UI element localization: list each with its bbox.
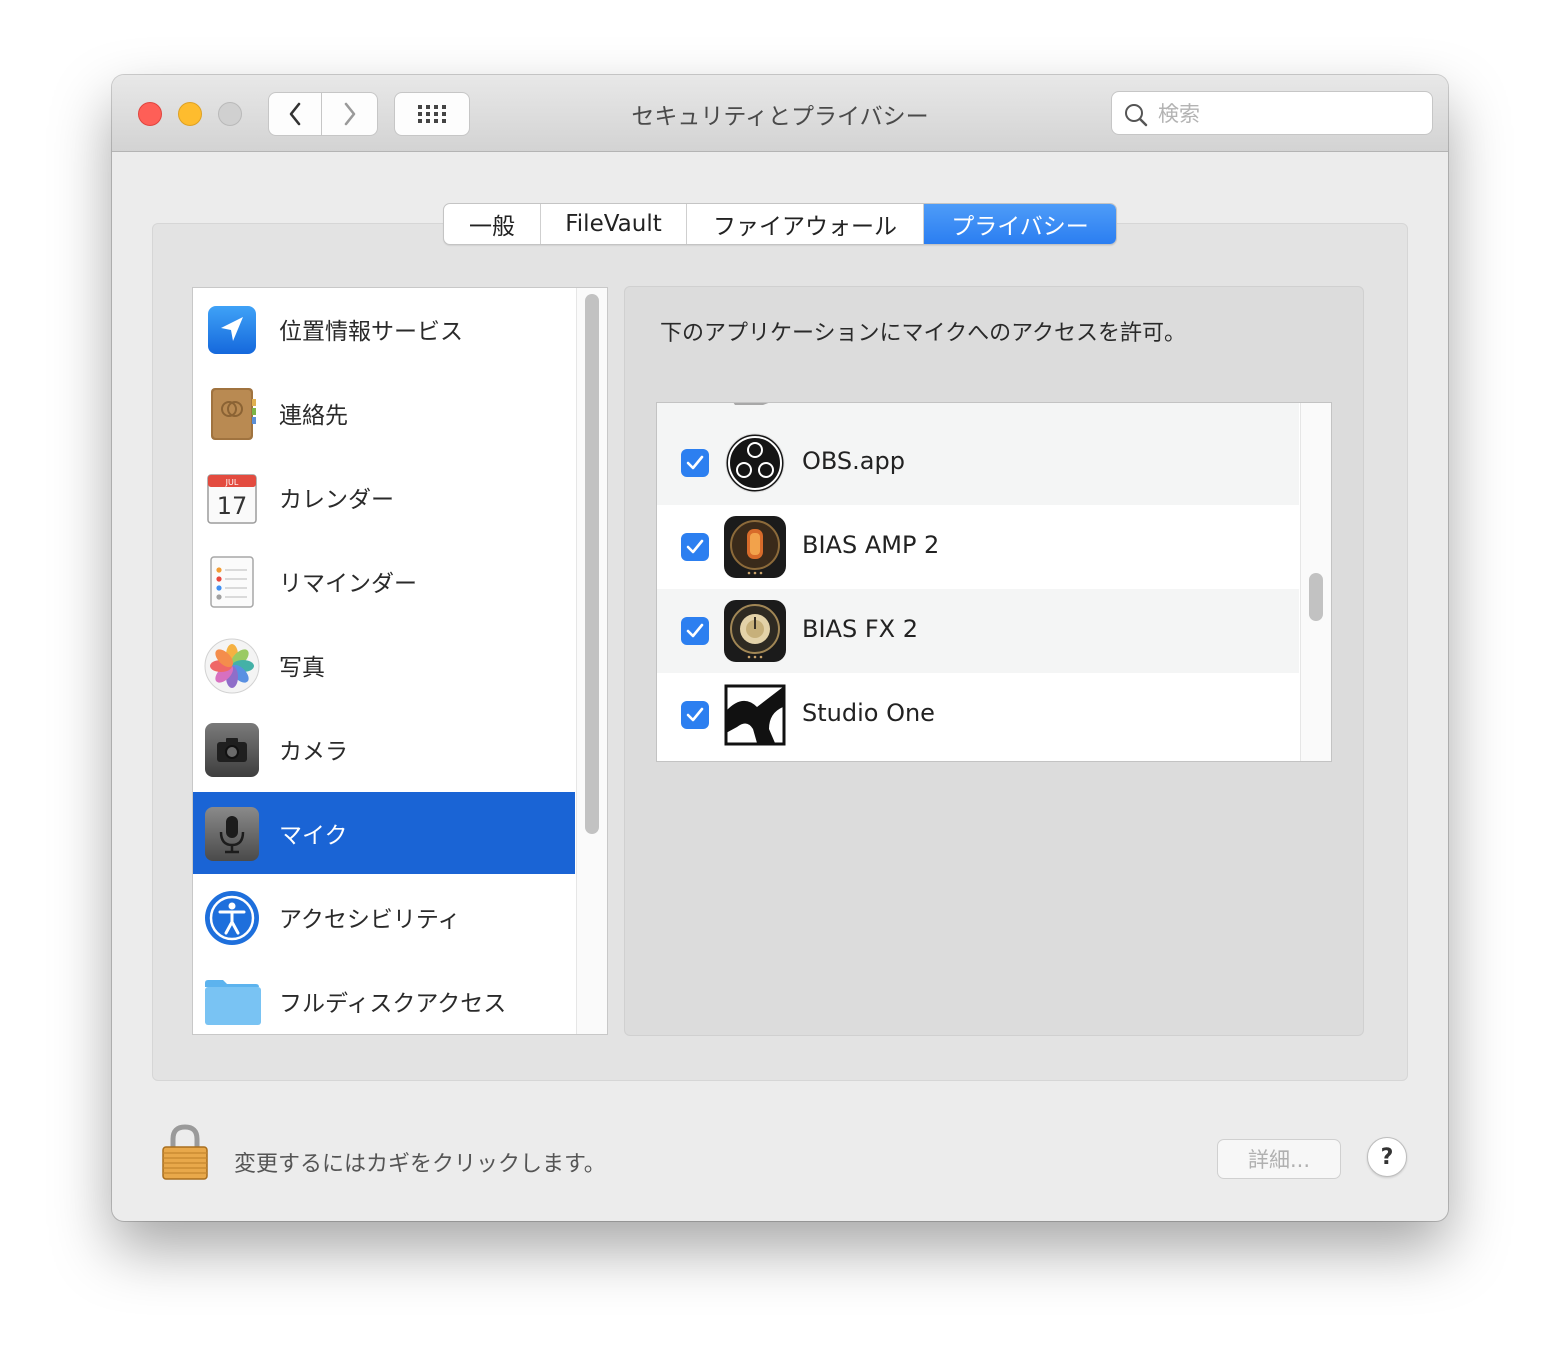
sidebar-item-calendar[interactable]: JUL 17 カレンダー <box>193 456 575 538</box>
app-row-obs[interactable]: OBS.app <box>657 421 1299 505</box>
accessibility-icon <box>205 891 259 945</box>
app-row-partial <box>657 403 1299 421</box>
sidebar-item-label: リマインダー <box>279 571 417 597</box>
sidebar-item-label: カメラ <box>279 739 348 765</box>
bias-fx-icon <box>724 600 786 662</box>
sidebar-item-accessibility[interactable]: アクセシビリティ <box>193 876 575 958</box>
photos-flower-icon <box>204 638 260 694</box>
checkmark-icon <box>686 455 704 470</box>
app-row-studio-one[interactable]: Studio One <box>657 673 1299 757</box>
sidebar-item-contacts[interactable]: 連絡先 <box>193 372 575 454</box>
studio-one-icon <box>724 684 786 746</box>
app-row-bias-fx[interactable]: BIAS FX 2 <box>657 589 1299 673</box>
app-checkbox[interactable] <box>681 449 709 477</box>
checkmark-icon <box>686 623 704 638</box>
microphone-icon <box>205 807 259 861</box>
tab-firewall[interactable]: ファイアウォール <box>687 204 924 244</box>
sidebar-item-reminders[interactable]: リマインダー <box>193 540 575 622</box>
preferences-window: セキュリティとプライバシー 一般 FileVault ファイアウォール プライバ… <box>112 75 1448 1221</box>
camera-icon <box>205 723 259 777</box>
app-checkbox[interactable] <box>681 617 709 645</box>
lock-hint-text: 変更するにはカギをクリックします。 <box>234 1152 606 1177</box>
app-list[interactable]: OBS.app BIAS AMP 2 BIAS FX 2 Studio One <box>656 402 1332 762</box>
search-icon <box>1125 104 1148 127</box>
location-arrow-icon <box>208 306 256 354</box>
contacts-book-icon <box>211 388 256 440</box>
sidebar-item-label: カレンダー <box>279 487 394 513</box>
obs-icon <box>725 433 785 493</box>
app-row-bias-amp[interactable]: BIAS AMP 2 <box>657 505 1299 589</box>
tab-bar: 一般 FileVault ファイアウォール プライバシー <box>443 203 1117 245</box>
calendar-icon-day: 17 <box>217 492 248 520</box>
tab-general[interactable]: 一般 <box>444 204 541 244</box>
reminders-list-icon <box>210 556 254 608</box>
app-checkbox[interactable] <box>681 701 709 729</box>
tab-privacy[interactable]: プライバシー <box>924 204 1116 244</box>
tab-filevault[interactable]: FileVault <box>541 204 687 244</box>
calendar-icon-month: JUL <box>225 478 239 487</box>
sidebar-item-label: 写真 <box>279 655 325 681</box>
bias-amp-icon <box>724 516 786 578</box>
search-input[interactable] <box>1156 98 1420 130</box>
calendar-icon: JUL 17 <box>207 474 257 524</box>
privacy-category-list[interactable]: 位置情報サービス 連絡先 JUL 17 カレンダー リマインダー 写真 カメラ … <box>192 287 608 1035</box>
sidebar-item-camera[interactable]: カメラ <box>193 708 575 790</box>
search-field[interactable] <box>1111 91 1433 135</box>
sidebar-item-label: 位置情報サービス <box>279 319 463 345</box>
titlebar: セキュリティとプライバシー <box>112 75 1448 152</box>
app-list-scroll-thumb[interactable] <box>1309 573 1323 621</box>
app-name: OBS.app <box>802 447 905 475</box>
app-checkbox[interactable] <box>681 533 709 561</box>
checkmark-icon <box>686 707 704 722</box>
sidebar-item-label: フルディスクアクセス <box>279 991 507 1017</box>
app-name: Studio One <box>802 699 935 727</box>
sidebar-item-photos[interactable]: 写真 <box>193 624 575 706</box>
checkmark-icon <box>686 539 704 554</box>
sidebar-item-label: 連絡先 <box>279 403 348 429</box>
sidebar-item-microphone[interactable]: マイク <box>193 792 575 874</box>
lock-icon[interactable] <box>160 1123 210 1183</box>
sidebar-item-label: アクセシビリティ <box>279 907 461 933</box>
app-name: BIAS AMP 2 <box>802 531 940 559</box>
panel-description: 下のアプリケーションにマイクへのアクセスを許可。 <box>660 321 1187 346</box>
app-name: BIAS FX 2 <box>802 615 918 643</box>
sidebar-item-label: マイク <box>279 823 348 849</box>
sidebar-item-full-disk-access[interactable]: フルディスクアクセス <box>193 960 575 1034</box>
folder-icon <box>205 980 261 1025</box>
app-icon-partial <box>733 403 769 405</box>
help-button[interactable]: ? <box>1367 1137 1407 1177</box>
sidebar-scroll-thumb[interactable] <box>585 294 599 834</box>
sidebar-item-location[interactable]: 位置情報サービス <box>193 288 575 370</box>
advanced-button[interactable]: 詳細... <box>1217 1139 1341 1179</box>
